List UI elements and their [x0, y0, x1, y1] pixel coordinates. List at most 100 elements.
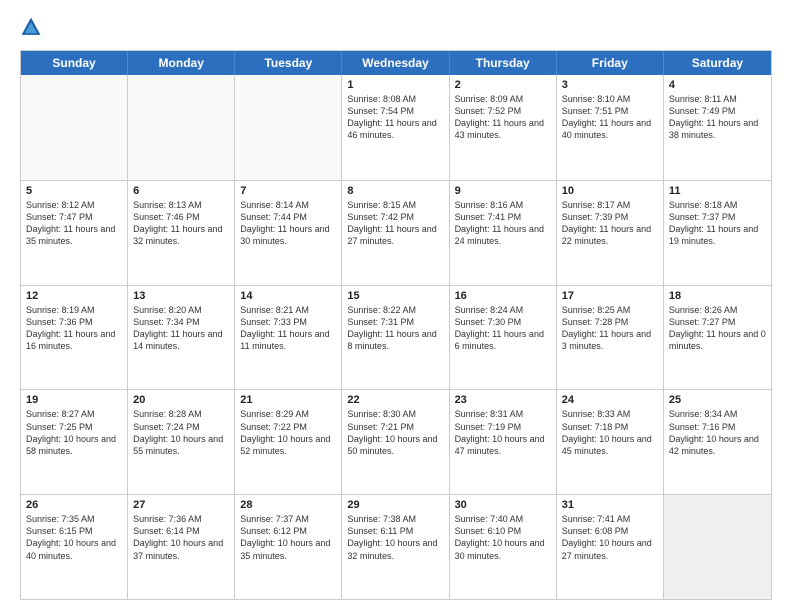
cell-info: Sunrise: 8:11 AMSunset: 7:49 PMDaylight:…: [669, 93, 766, 142]
cell-info: Sunrise: 8:31 AMSunset: 7:19 PMDaylight:…: [455, 408, 551, 457]
cell-info: Sunrise: 8:26 AMSunset: 7:27 PMDaylight:…: [669, 304, 766, 353]
cell-info: Sunrise: 7:40 AMSunset: 6:10 PMDaylight:…: [455, 513, 551, 562]
calendar-cell-r1-c1: 6Sunrise: 8:13 AMSunset: 7:46 PMDaylight…: [128, 181, 235, 285]
day-number: 21: [240, 394, 336, 406]
calendar-cell-r0-c3: 1 Sunrise: 8:08 AMSunset: 7:54 PMDaylight…: [342, 75, 449, 180]
calendar-cell-r4-c6: [664, 495, 771, 599]
calendar-cell-r0-c6: 4 Sunrise: 8:11 AMSunset: 7:49 PMDaylight…: [664, 75, 771, 180]
cell-info: Sunrise: 8:16 AMSunset: 7:41 PMDaylight:…: [455, 199, 551, 248]
day-number: 16: [455, 290, 551, 302]
day-number: 30: [455, 499, 551, 511]
calendar-cell-r4-c3: 29 Sunrise: 7:38 AMSunset: 6:11 PMDayligh…: [342, 495, 449, 599]
day-number: 24: [562, 394, 658, 406]
cell-info: Sunrise: 8:33 AMSunset: 7:18 PMDaylight:…: [562, 408, 658, 457]
header-day-friday: Friday: [557, 51, 664, 75]
calendar-row-4: 26 Sunrise: 7:35 AMSunset: 6:15 PMDayligh…: [21, 494, 771, 599]
cell-info: Sunrise: 8:30 AMSunset: 7:21 PMDaylight:…: [347, 408, 443, 457]
cell-info: Sunrise: 7:35 AMSunset: 6:15 PMDaylight:…: [26, 513, 122, 562]
day-number: 28: [240, 499, 336, 511]
day-number: 10: [562, 185, 658, 197]
day-number: 1: [347, 79, 443, 91]
calendar-cell-r2-c6: 18 Sunrise: 8:26 AMSunset: 7:27 PMDayligh…: [664, 286, 771, 390]
calendar-cell-r1-c5: 10 Sunrise: 8:17 AMSunset: 7:39 PMDayligh…: [557, 181, 664, 285]
day-number: 14: [240, 290, 336, 302]
calendar-cell-r2-c5: 17 Sunrise: 8:25 AMSunset: 7:28 PMDayligh…: [557, 286, 664, 390]
day-number: 13: [133, 290, 229, 302]
cell-info: Sunrise: 8:25 AMSunset: 7:28 PMDaylight:…: [562, 304, 658, 353]
cell-info: Sunrise: 7:38 AMSunset: 6:11 PMDaylight:…: [347, 513, 443, 562]
day-number: 11: [669, 185, 766, 197]
calendar-cell-r2-c1: 13Sunrise: 8:20 AMSunset: 7:34 PMDayligh…: [128, 286, 235, 390]
header-day-monday: Monday: [128, 51, 235, 75]
calendar-cell-r4-c1: 27 Sunrise: 7:36 AMSunset: 6:14 PMDayligh…: [128, 495, 235, 599]
cell-info: Sunrise: 8:12 AMSunset: 7:47 PMDaylight:…: [26, 199, 122, 248]
calendar-cell-r1-c3: 8 Sunrise: 8:15 AMSunset: 7:42 PMDaylight…: [342, 181, 449, 285]
cell-info: Sunrise: 8:08 AMSunset: 7:54 PMDaylight:…: [347, 93, 443, 142]
day-number: 3: [562, 79, 658, 91]
day-number: 4: [669, 79, 766, 91]
calendar-row-2: 12 Sunrise: 8:19 AMSunset: 7:36 PMDayligh…: [21, 285, 771, 390]
day-number: 2: [455, 79, 551, 91]
day-number: 15: [347, 290, 443, 302]
calendar: SundayMondayTuesdayWednesdayThursdayFrid…: [20, 50, 772, 600]
cell-info: Sunrise: 7:36 AMSunset: 6:14 PMDaylight:…: [133, 513, 229, 562]
day-number: 29: [347, 499, 443, 511]
calendar-cell-r4-c2: 28Sunrise: 7:37 AMSunset: 6:12 PMDayligh…: [235, 495, 342, 599]
header-day-tuesday: Tuesday: [235, 51, 342, 75]
logo: [20, 16, 46, 40]
calendar-cell-r0-c0: [21, 75, 128, 180]
cell-info: Sunrise: 8:28 AMSunset: 7:24 PMDaylight:…: [133, 408, 229, 457]
day-number: 5: [26, 185, 122, 197]
day-number: 26: [26, 499, 122, 511]
calendar-body: 1 Sunrise: 8:08 AMSunset: 7:54 PMDaylight…: [21, 75, 771, 599]
calendar-cell-r4-c4: 30 Sunrise: 7:40 AMSunset: 6:10 PMDayligh…: [450, 495, 557, 599]
calendar-cell-r3-c2: 21 Sunrise: 8:29 AMSunset: 7:22 PMDayligh…: [235, 390, 342, 494]
calendar-cell-r2-c2: 14 Sunrise: 8:21 AMSunset: 7:33 PMDayligh…: [235, 286, 342, 390]
page: SundayMondayTuesdayWednesdayThursdayFrid…: [0, 0, 792, 612]
header-day-thursday: Thursday: [450, 51, 557, 75]
header-day-saturday: Saturday: [664, 51, 771, 75]
day-number: 18: [669, 290, 766, 302]
cell-info: Sunrise: 8:29 AMSunset: 7:22 PMDaylight:…: [240, 408, 336, 457]
day-number: 17: [562, 290, 658, 302]
calendar-cell-r2-c0: 12 Sunrise: 8:19 AMSunset: 7:36 PMDayligh…: [21, 286, 128, 390]
calendar-cell-r3-c4: 23 Sunrise: 8:31 AMSunset: 7:19 PMDayligh…: [450, 390, 557, 494]
cell-info: Sunrise: 8:19 AMSunset: 7:36 PMDaylight:…: [26, 304, 122, 353]
day-number: 23: [455, 394, 551, 406]
cell-info: Sunrise: 8:24 AMSunset: 7:30 PMDaylight:…: [455, 304, 551, 353]
day-number: 8: [347, 185, 443, 197]
cell-info: Sunrise: 8:14 AMSunset: 7:44 PMDaylight:…: [240, 199, 336, 248]
cell-info: Sunrise: 8:13 AMSunset: 7:46 PMDaylight:…: [133, 199, 229, 248]
header-day-sunday: Sunday: [21, 51, 128, 75]
calendar-cell-r3-c0: 19Sunrise: 8:27 AMSunset: 7:25 PMDayligh…: [21, 390, 128, 494]
cell-info: Sunrise: 8:15 AMSunset: 7:42 PMDaylight:…: [347, 199, 443, 248]
calendar-cell-r1-c4: 9 Sunrise: 8:16 AMSunset: 7:41 PMDaylight…: [450, 181, 557, 285]
cell-info: Sunrise: 8:21 AMSunset: 7:33 PMDaylight:…: [240, 304, 336, 353]
day-number: 27: [133, 499, 229, 511]
day-number: 19: [26, 394, 122, 406]
cell-info: Sunrise: 7:41 AMSunset: 6:08 PMDaylight:…: [562, 513, 658, 562]
day-number: 20: [133, 394, 229, 406]
header-day-wednesday: Wednesday: [342, 51, 449, 75]
cell-info: Sunrise: 8:34 AMSunset: 7:16 PMDaylight:…: [669, 408, 766, 457]
calendar-cell-r4-c5: 31 Sunrise: 7:41 AMSunset: 6:08 PMDayligh…: [557, 495, 664, 599]
calendar-cell-r0-c2: [235, 75, 342, 180]
day-number: 31: [562, 499, 658, 511]
day-number: 9: [455, 185, 551, 197]
calendar-cell-r3-c3: 22Sunrise: 8:30 AMSunset: 7:21 PMDayligh…: [342, 390, 449, 494]
calendar-cell-r0-c4: 2 Sunrise: 8:09 AMSunset: 7:52 PMDaylight…: [450, 75, 557, 180]
calendar-cell-r0-c1: [128, 75, 235, 180]
calendar-cell-r3-c5: 24 Sunrise: 8:33 AMSunset: 7:18 PMDayligh…: [557, 390, 664, 494]
cell-info: Sunrise: 8:22 AMSunset: 7:31 PMDaylight:…: [347, 304, 443, 353]
cell-info: Sunrise: 8:09 AMSunset: 7:52 PMDaylight:…: [455, 93, 551, 142]
day-number: 12: [26, 290, 122, 302]
cell-info: Sunrise: 8:18 AMSunset: 7:37 PMDaylight:…: [669, 199, 766, 248]
calendar-header: SundayMondayTuesdayWednesdayThursdayFrid…: [21, 51, 771, 75]
calendar-row-3: 19Sunrise: 8:27 AMSunset: 7:25 PMDayligh…: [21, 389, 771, 494]
calendar-row-1: 5 Sunrise: 8:12 AMSunset: 7:47 PMDaylight…: [21, 180, 771, 285]
calendar-cell-r2-c3: 15 Sunrise: 8:22 AMSunset: 7:31 PMDayligh…: [342, 286, 449, 390]
day-number: 25: [669, 394, 766, 406]
cell-info: Sunrise: 8:17 AMSunset: 7:39 PMDaylight:…: [562, 199, 658, 248]
calendar-cell-r1-c6: 11 Sunrise: 8:18 AMSunset: 7:37 PMDayligh…: [664, 181, 771, 285]
header: [20, 16, 772, 40]
